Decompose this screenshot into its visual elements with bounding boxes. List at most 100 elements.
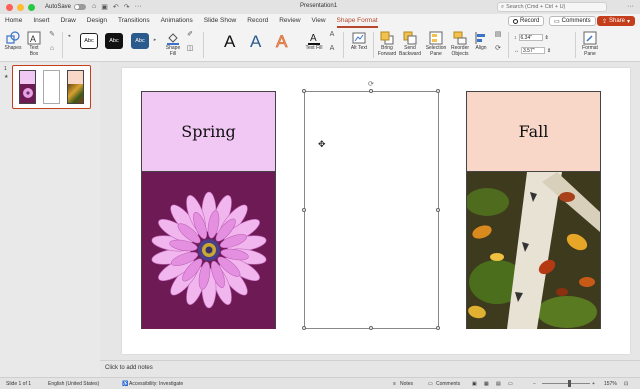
zoom-level[interactable]: 157% <box>604 381 617 387</box>
wordart-style-1[interactable]: A <box>224 32 235 52</box>
card-spring[interactable]: Spring <box>141 91 276 329</box>
resize-handle[interactable] <box>369 89 373 93</box>
resize-handle[interactable] <box>302 208 306 212</box>
more-options-icon[interactable]: ··· <box>627 3 634 10</box>
align-button[interactable]: Align <box>472 31 490 52</box>
comments-status-button[interactable]: Comments <box>436 381 460 387</box>
tab-home[interactable]: Home <box>5 14 22 28</box>
bring-forward-button[interactable]: Bring Forward <box>376 31 398 57</box>
shape-fill-button[interactable]: Shape Fill <box>162 31 184 57</box>
undo-icon[interactable]: ↶ <box>113 3 119 11</box>
zoom-slider-handle[interactable] <box>568 380 571 387</box>
zoom-out-icon[interactable]: − <box>533 381 536 387</box>
home-icon[interactable]: ⌂ <box>92 3 96 11</box>
card-title-fall[interactable]: Fall <box>467 92 600 172</box>
alt-text-icon <box>352 32 366 44</box>
resize-handle[interactable] <box>302 326 306 330</box>
format-painter-icon[interactable]: ⌂ <box>46 45 58 51</box>
tab-insert[interactable]: Insert <box>33 14 49 28</box>
tab-record[interactable]: Record <box>247 14 268 28</box>
slide-thumbnail[interactable] <box>12 65 91 109</box>
tab-transitions[interactable]: Transitions <box>118 14 150 28</box>
reorder-objects-button[interactable]: Reorder Objects <box>448 31 472 57</box>
group-icon[interactable]: ▤ <box>492 31 504 37</box>
width-input[interactable]: 3.57" <box>521 47 545 54</box>
resize-handle[interactable] <box>436 208 440 212</box>
selection-pane-button[interactable]: Selection Pane <box>424 31 448 57</box>
slide-sorter-icon[interactable]: ▦ <box>484 381 489 387</box>
shape-style-3[interactable]: Abc <box>131 33 149 49</box>
shapes-button[interactable]: Shapes <box>3 31 23 52</box>
resize-handle[interactable] <box>436 89 440 93</box>
send-backward-button[interactable]: Send Backward <box>399 31 421 57</box>
scroll-down-icon[interactable]: ▸ <box>152 37 158 44</box>
text-fill-label: Text Fill <box>305 45 323 51</box>
shape-style-2[interactable]: Abc <box>105 33 123 49</box>
card-blank-selected[interactable]: ⟳ ✥ <box>302 81 440 330</box>
autosave-label: AutoSave <box>45 4 72 10</box>
share-label: Share <box>609 18 626 24</box>
paint-bucket-icon <box>167 33 179 45</box>
text-fill-button[interactable]: A Text Fill <box>304 31 324 52</box>
tab-design[interactable]: Design <box>87 14 107 28</box>
share-button[interactable]: ⇪ Share ▾ <box>597 16 635 26</box>
card-fall[interactable]: Fall <box>466 91 601 329</box>
more-icon[interactable]: ··· <box>135 3 142 11</box>
zoom-slider[interactable] <box>542 383 590 384</box>
notes-area[interactable]: Click to add notes <box>100 360 640 377</box>
normal-view-icon[interactable]: ▣ <box>472 381 477 387</box>
comments-button[interactable]: ▭ Comments <box>549 16 596 26</box>
language[interactable]: English (United States) <box>48 381 99 387</box>
wordart-style-2[interactable]: A <box>250 32 261 52</box>
tab-view[interactable]: View <box>312 14 326 28</box>
tab-shape-format[interactable]: Shape Format <box>336 14 378 28</box>
zoom-in-icon[interactable]: + <box>592 381 595 387</box>
text-effects-icon[interactable]: A <box>326 45 338 51</box>
shape-style-1[interactable]: Abc <box>80 33 98 49</box>
fall-leaves-image[interactable] <box>467 172 600 329</box>
redo-icon[interactable]: ↷ <box>124 3 130 11</box>
autosave-toggle[interactable] <box>74 4 87 10</box>
record-button[interactable]: Record <box>508 16 545 26</box>
scroll-up-icon[interactable]: ◂ <box>66 33 72 40</box>
close-window-button[interactable] <box>6 3 13 11</box>
resize-handle[interactable] <box>302 89 306 93</box>
tab-draw[interactable]: Draw <box>61 14 76 28</box>
wordart-style-3[interactable]: A <box>276 32 288 52</box>
resize-handle[interactable] <box>436 326 440 330</box>
height-icon: ↕ <box>514 34 517 41</box>
spring-flower-image[interactable] <box>142 172 275 329</box>
slide[interactable]: Spring ⟳ ✥ Fall <box>122 68 630 354</box>
text-box-icon: A <box>27 31 41 45</box>
fit-to-window-icon[interactable]: ⊡ <box>624 381 628 387</box>
reading-view-icon[interactable]: ▤ <box>496 381 501 387</box>
tab-slide-show[interactable]: Slide Show <box>204 14 237 28</box>
width-stepper-icon[interactable]: ⇕ <box>547 48 551 54</box>
shape-outline-icon[interactable]: ✐ <box>184 31 196 37</box>
text-box-button[interactable]: A Text Box <box>25 31 43 57</box>
save-icon[interactable]: ▣ <box>101 3 108 11</box>
accessibility-status[interactable]: Accessibility: Investigate <box>129 381 183 387</box>
zoom-window-button[interactable] <box>28 3 35 11</box>
tab-animations[interactable]: Animations <box>161 14 193 28</box>
rotate-handle-icon[interactable]: ⟳ <box>368 80 374 88</box>
tab-review[interactable]: Review <box>279 14 300 28</box>
format-pane-button[interactable]: Format Pane <box>579 31 601 57</box>
ribbon-divider <box>575 32 576 58</box>
height-stepper-icon[interactable]: ⇕ <box>545 35 549 41</box>
minimize-window-button[interactable] <box>17 3 24 11</box>
rotate-icon[interactable]: ⟳ <box>492 45 504 51</box>
format-pane-label: Format Pane <box>582 45 598 57</box>
height-input[interactable]: 6.34" <box>518 34 543 41</box>
resize-handle[interactable] <box>369 326 373 330</box>
card-title-spring[interactable]: Spring <box>142 92 275 172</box>
notes-button[interactable]: Notes <box>400 381 413 387</box>
thumbnail-card-blank <box>43 70 60 104</box>
slideshow-icon[interactable]: ▭ <box>508 381 513 387</box>
alt-text-button[interactable]: Alt Text <box>348 31 370 52</box>
text-outline-icon[interactable]: A <box>326 31 338 37</box>
status-bar: Slide 1 of 1 English (United States) ♿ A… <box>0 377 640 389</box>
shape-effects-icon[interactable]: ◫ <box>184 45 196 51</box>
edit-shape-icon[interactable]: ✎ <box>46 31 58 37</box>
search-input[interactable]: ⌕ Search (Cmd + Ctrl + U) <box>497 2 607 12</box>
